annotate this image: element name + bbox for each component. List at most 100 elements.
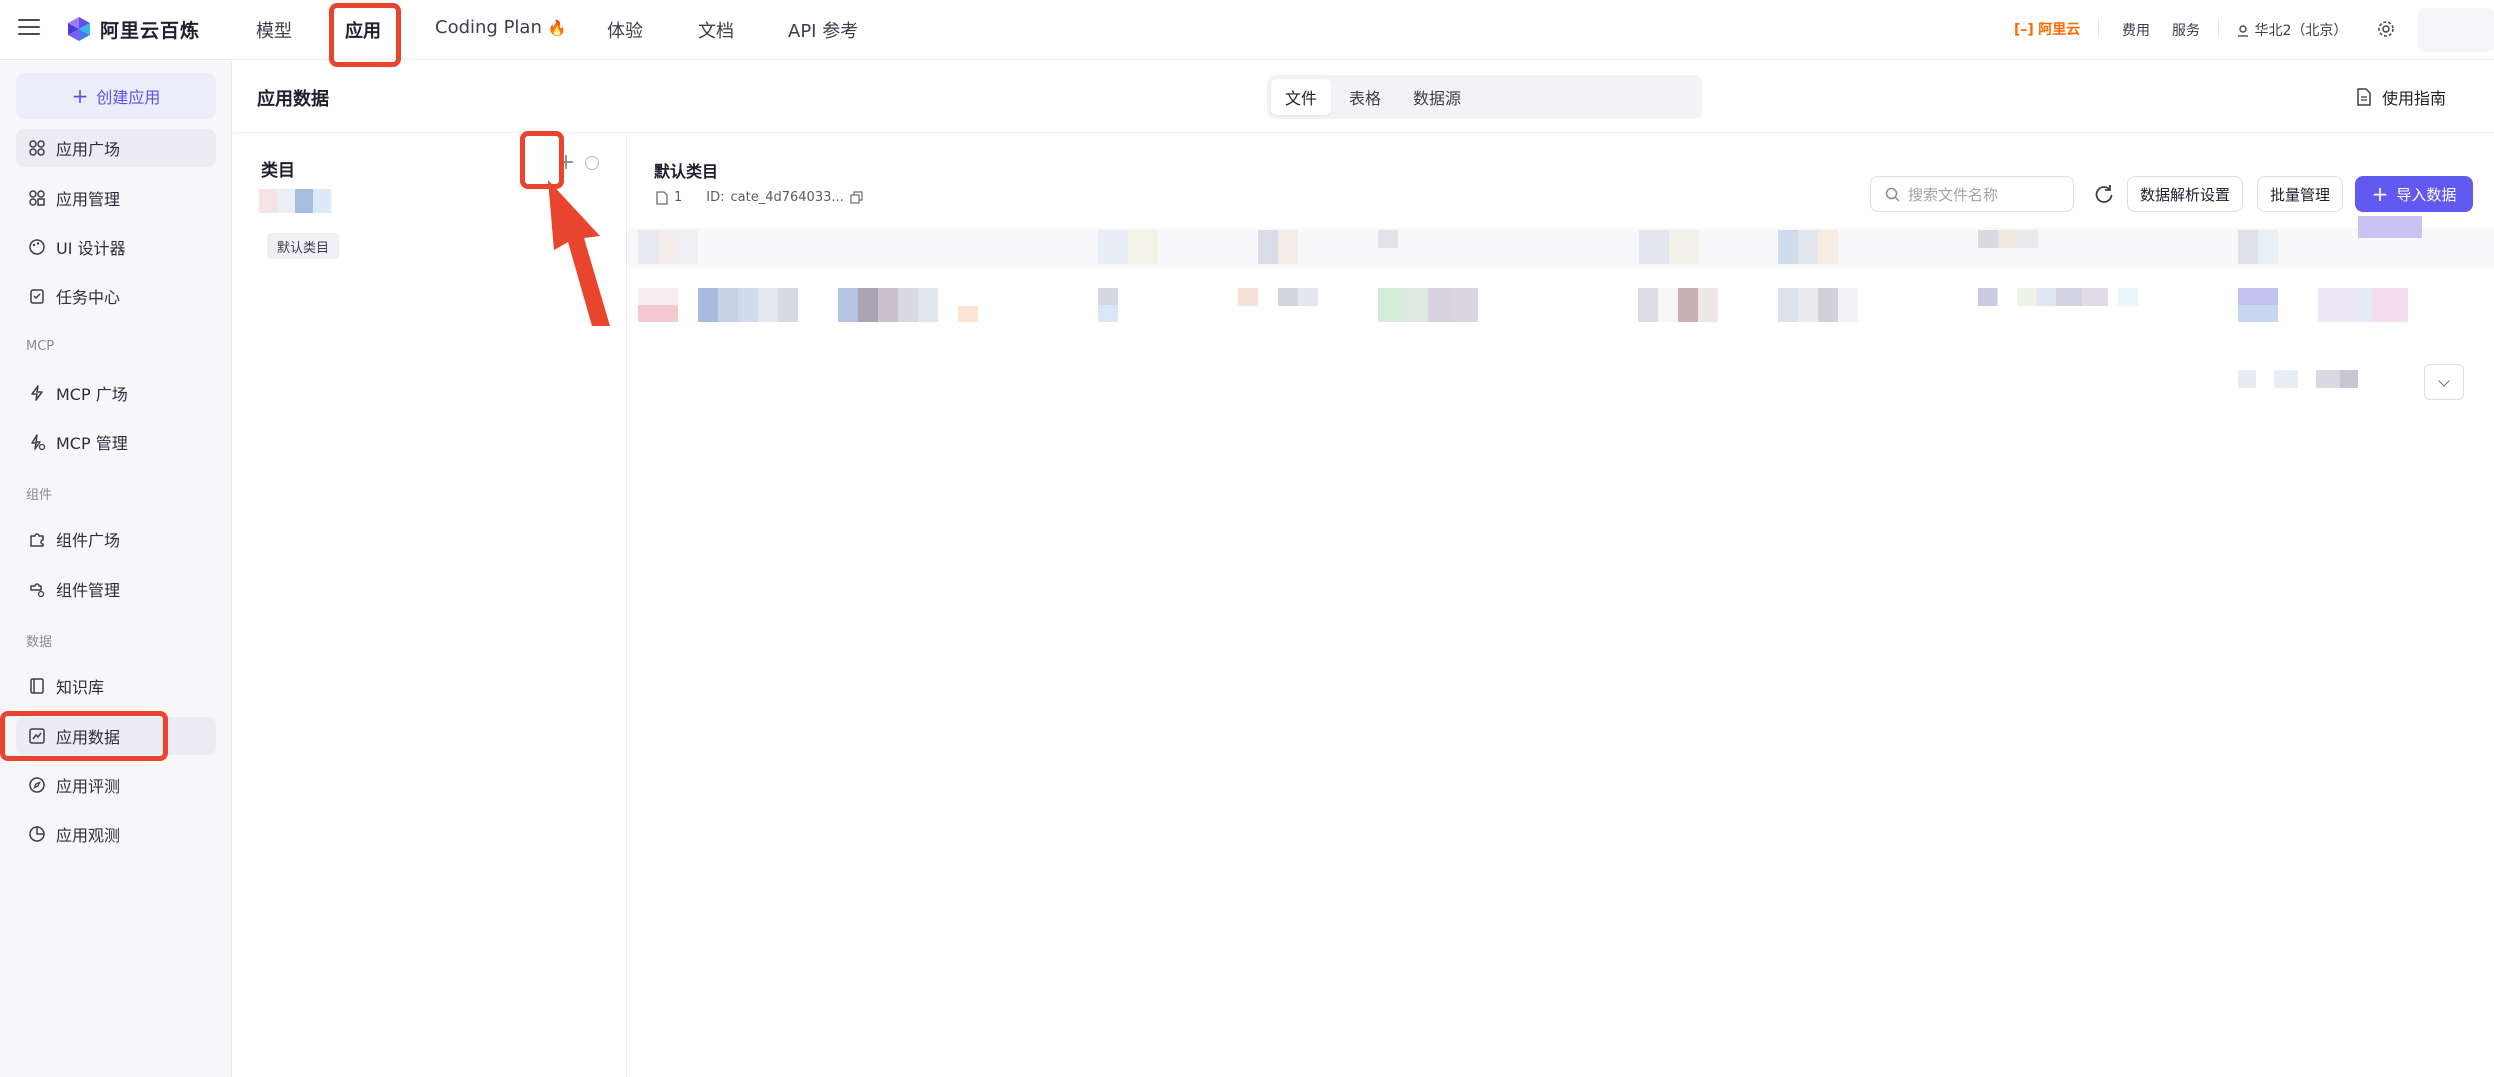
refresh-icon[interactable]	[2091, 181, 2117, 207]
blurred-header-cell	[1098, 230, 1158, 264]
blurred-header-cell	[2238, 230, 2278, 264]
category-meta: 1 ID: cate_4d764033...	[656, 190, 863, 205]
category-title: 类目	[261, 161, 295, 181]
grid-icon	[29, 140, 45, 156]
blurred-row-cell	[838, 288, 938, 322]
usage-guide-link[interactable]: 使用指南	[2356, 85, 2446, 109]
brand[interactable]: 阿里云百炼	[66, 14, 200, 44]
sidebar-item-task-center[interactable]: 任务中心	[16, 277, 216, 315]
compass-icon	[29, 777, 45, 793]
task-check-icon	[30, 289, 44, 304]
sidebar-item-label: MCP 管理	[56, 434, 128, 453]
book-icon	[30, 678, 44, 694]
left-sidebar: + 创建应用 应用广场 应用管理 UI 设计器 任务中心 MCP MCP 广场 …	[0, 61, 232, 1077]
blurred-category-item[interactable]	[259, 189, 331, 213]
blurred-header-cell	[2358, 216, 2422, 238]
nav-tab-coding-plan[interactable]: Coding Plan 🔥	[435, 17, 566, 38]
tab-datasources[interactable]: 数据源	[1399, 79, 1475, 115]
create-app-label: 创建应用	[96, 88, 161, 107]
default-category-tag[interactable]: 默认类目	[267, 233, 340, 259]
blurred-row-cell	[1238, 288, 1318, 306]
search-placeholder: 搜索文件名称	[1908, 185, 1999, 204]
blurred-row-cell	[1378, 288, 1478, 322]
sidebar-group-mcp: MCP	[26, 339, 55, 354]
lightning-settings-icon	[31, 434, 46, 451]
sidebar-item-label: UI 设计器	[56, 239, 126, 258]
sidebar-item-app-management[interactable]: 应用管理	[16, 179, 216, 217]
sidebar-item-label: 应用管理	[56, 190, 121, 209]
import-data-button[interactable]: + 导入数据	[2355, 176, 2473, 212]
menu-icon[interactable]	[18, 19, 40, 37]
nav-tab-models[interactable]: 模型	[256, 17, 292, 43]
avatar[interactable]	[2418, 8, 2494, 52]
batch-manage-button[interactable]: 批量管理	[2257, 176, 2344, 212]
location-icon	[2238, 25, 2248, 37]
sidebar-item-mcp-plaza[interactable]: MCP 广场	[16, 374, 216, 412]
puzzle-icon	[30, 533, 44, 547]
content-header: 应用数据 文件 表格 数据源 使用指南	[233, 61, 2494, 133]
search-icon	[1885, 187, 1900, 202]
blurred-row-cell	[2318, 288, 2408, 322]
sidebar-item-ui-designer[interactable]: UI 设计器	[16, 228, 216, 266]
aliyun-label: 阿里云	[2038, 22, 2081, 38]
sidebar-item-app-evaluation[interactable]: 应用评测	[16, 766, 216, 804]
top-navigation-bar: 阿里云百炼 模型 应用 Coding Plan 🔥 体验 文档 API 参考 […	[0, 0, 2494, 67]
sidebar-group-component: 组件	[26, 488, 53, 503]
page-size-dropdown[interactable]	[2424, 364, 2464, 400]
blurred-row-cell	[1638, 288, 1718, 322]
blurred-row-cell	[1978, 288, 2108, 306]
tab-files[interactable]: 文件	[1271, 79, 1332, 115]
sidebar-item-app-observation[interactable]: 应用观测	[16, 815, 216, 853]
annotation-arrow-icon	[548, 180, 610, 326]
brand-name: 阿里云百炼	[100, 19, 201, 42]
sidebar-item-label: MCP 广场	[56, 385, 128, 404]
fire-icon: 🔥	[547, 19, 567, 37]
aliyun-link[interactable]: [–] 阿里云	[2014, 19, 2080, 39]
parse-settings-button[interactable]: 数据解析设置	[2127, 176, 2244, 212]
aliyun-logo-icon: [–]	[2014, 22, 2034, 38]
divider	[2218, 18, 2219, 38]
sidebar-item-label: 组件管理	[56, 581, 121, 600]
blurred-header-cell	[1378, 230, 1398, 248]
blurred-row-cell	[2118, 288, 2138, 306]
sidebar-item-label: 知识库	[56, 678, 105, 697]
sidebar-item-component-management[interactable]: 组件管理	[16, 570, 216, 608]
nav-tab-experience[interactable]: 体验	[607, 17, 643, 43]
tab-tables[interactable]: 表格	[1335, 79, 1395, 115]
more-options-icon[interactable]	[585, 156, 599, 170]
data-type-segmented-control: 文件 表格 数据源	[1267, 75, 1702, 119]
nav-tab-docs[interactable]: 文档	[698, 17, 734, 43]
file-category-title: 默认类目	[654, 162, 719, 181]
file-count: 1	[674, 190, 683, 205]
file-search-input[interactable]: 搜索文件名称	[1870, 176, 2074, 212]
plus-icon: +	[2371, 182, 2389, 206]
service-link[interactable]: 服务	[2172, 20, 2200, 40]
region-label: 华北2（北京）	[2254, 23, 2348, 39]
blurred-header-cell	[1778, 230, 1838, 264]
plus-icon: +	[71, 84, 89, 108]
sidebar-item-mcp-management[interactable]: MCP 管理	[16, 423, 216, 461]
blurred-pagination	[2238, 370, 2358, 388]
blurred-row-cell	[1098, 288, 1118, 322]
category-id-value: cate_4d764033...	[730, 190, 844, 205]
blurred-row-cell	[958, 306, 978, 322]
usage-guide-label: 使用指南	[2381, 89, 2446, 108]
blurred-row-cell	[638, 288, 678, 322]
sidebar-item-knowledge-base[interactable]: 知识库	[16, 667, 216, 705]
nav-tab-api-reference[interactable]: API 参考	[788, 17, 858, 43]
region-selector[interactable]: 华北2（北京）	[2236, 20, 2347, 40]
copy-icon[interactable]	[850, 191, 863, 204]
blurred-row-cell	[1778, 288, 1858, 322]
highlight-box-apps-tab	[329, 3, 401, 67]
blurred-header-cell	[1639, 230, 1699, 264]
sidebar-item-component-plaza[interactable]: 组件广场	[16, 520, 216, 558]
sidebar-item-label: 应用观测	[56, 826, 121, 845]
bailian-logo-icon	[68, 17, 90, 41]
sidebar-item-app-plaza[interactable]: 应用广场	[16, 129, 216, 167]
apps-icon	[29, 190, 45, 206]
create-app-button[interactable]: + 创建应用	[16, 73, 216, 119]
settings-gear-icon[interactable]	[2376, 19, 2396, 39]
fee-link[interactable]: 费用	[2122, 20, 2150, 40]
sidebar-item-label: 应用广场	[56, 140, 121, 159]
sidebar-item-label: 组件广场	[56, 531, 121, 550]
